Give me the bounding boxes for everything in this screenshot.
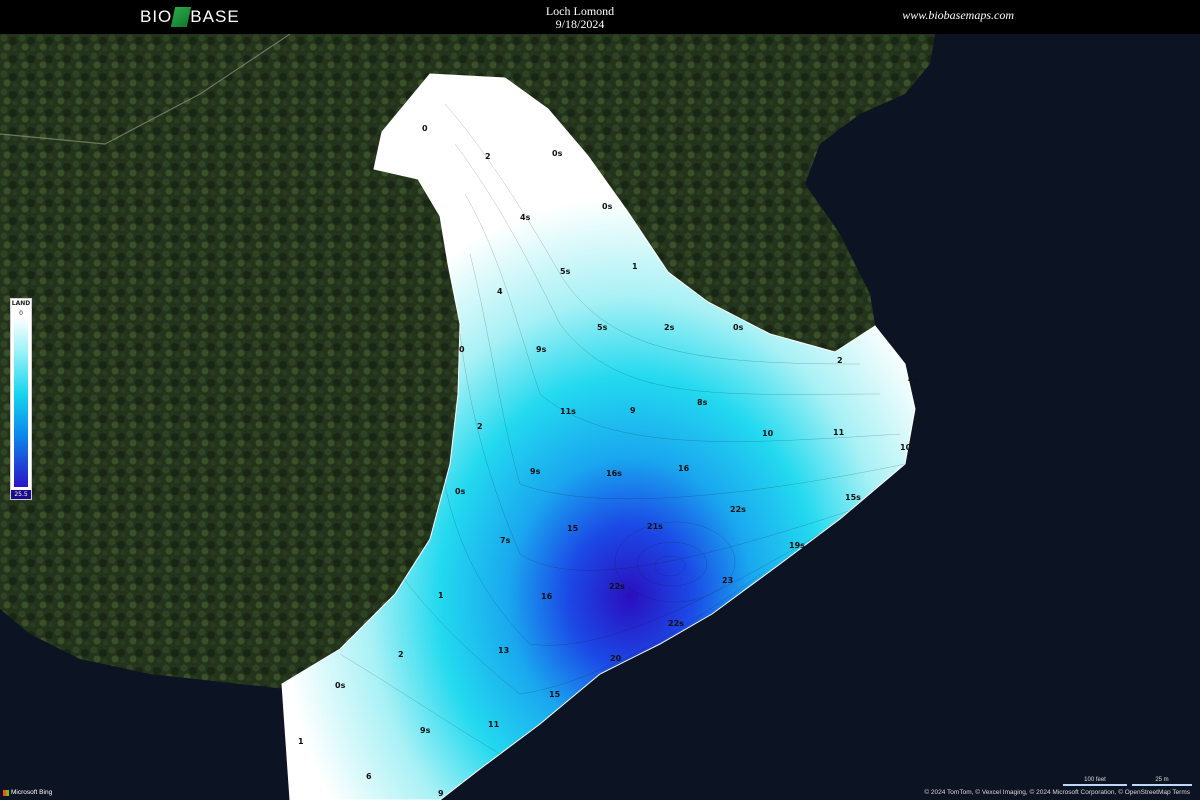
- contour-label: 4s: [520, 213, 531, 222]
- contour-label: 6: [366, 772, 372, 781]
- contour-label: 8s: [697, 398, 708, 407]
- contour-label: 0: [459, 345, 465, 354]
- contour-label: 10: [762, 429, 774, 438]
- legend-header: LAND: [11, 300, 31, 307]
- contour-label: 13: [498, 646, 509, 655]
- contour-label: 4s: [908, 375, 919, 384]
- contour-label: 1: [438, 591, 444, 600]
- legend-min: 0: [19, 310, 23, 317]
- contour-label: 22s: [609, 582, 625, 591]
- contour-label: 0: [422, 124, 428, 133]
- contour-label: 2: [398, 650, 404, 659]
- contour-label: 2: [837, 356, 843, 365]
- contour-label: 15: [567, 524, 579, 533]
- scale-bar-feet: 100 feet: [1063, 777, 1127, 786]
- contour-label: 9s: [536, 345, 547, 354]
- contour-label: 16s: [606, 469, 622, 478]
- contour-label: 0s: [602, 202, 613, 211]
- scale-meters-label: 25 m: [1155, 777, 1169, 783]
- contour-label: 16: [541, 592, 553, 601]
- contour-label: 0s: [335, 681, 346, 690]
- bing-label: Microsoft Bing: [11, 789, 53, 796]
- contour-label: 4: [497, 287, 503, 296]
- contour-label: 7s: [500, 536, 511, 545]
- contour-label: 9s: [420, 726, 431, 735]
- contour-label: 0s: [455, 487, 466, 496]
- bing-logo[interactable]: Microsoft Bing: [3, 789, 52, 796]
- contour-label: 23: [722, 576, 733, 585]
- contour-label: 0s: [733, 323, 744, 332]
- contour-label: 9s: [530, 467, 541, 476]
- contour-label: 5s: [597, 323, 608, 332]
- microsoft-logo-icon: [3, 789, 9, 796]
- contour-label: 21s: [647, 522, 663, 531]
- contour-label: 2: [485, 152, 491, 161]
- contour-label: 22s: [730, 505, 746, 514]
- contour-label: 9: [438, 789, 444, 798]
- contour-label: 9: [630, 406, 636, 415]
- scale-feet-label: 100 feet: [1084, 777, 1106, 783]
- contour-label: 19s: [789, 541, 805, 550]
- header-bar: BIO BASE Loch Lomond 9/18/2024 www.bioba…: [0, 0, 1200, 34]
- contour-label: 10: [900, 443, 912, 452]
- contour-label: 16: [678, 464, 690, 473]
- depth-map[interactable]: 02 0s0s14s5s49s5s 2s 0s0211s 98s10 114s1029s 1…: [0, 34, 1200, 800]
- legend-max: 25.5: [11, 490, 31, 499]
- contour-label: 0s: [552, 149, 563, 158]
- contour-label: 15s: [845, 493, 861, 502]
- contour-label: 11: [833, 428, 845, 437]
- contour-label: 2s: [664, 323, 675, 332]
- legend-color-bar: [14, 317, 28, 487]
- map-attribution[interactable]: © 2024 TomTom, © Vexcel Imaging, © 2024 …: [924, 789, 1190, 796]
- contour-label: 11: [488, 720, 500, 729]
- contour-label: 15: [549, 690, 561, 699]
- contour-label: 22s: [668, 619, 684, 628]
- contour-label: 11s: [560, 407, 576, 416]
- contour-label: 5s: [560, 267, 571, 276]
- contour-label: 1: [298, 737, 304, 746]
- contour-label: 2: [477, 422, 483, 431]
- contour-label: 1: [632, 262, 638, 271]
- contour-label: 20: [610, 654, 622, 663]
- scale-bar-meters: 25 m: [1132, 777, 1192, 786]
- depth-legend: LAND 0 25.5: [10, 298, 32, 500]
- website-link[interactable]: www.biobasemaps.com: [902, 8, 1014, 23]
